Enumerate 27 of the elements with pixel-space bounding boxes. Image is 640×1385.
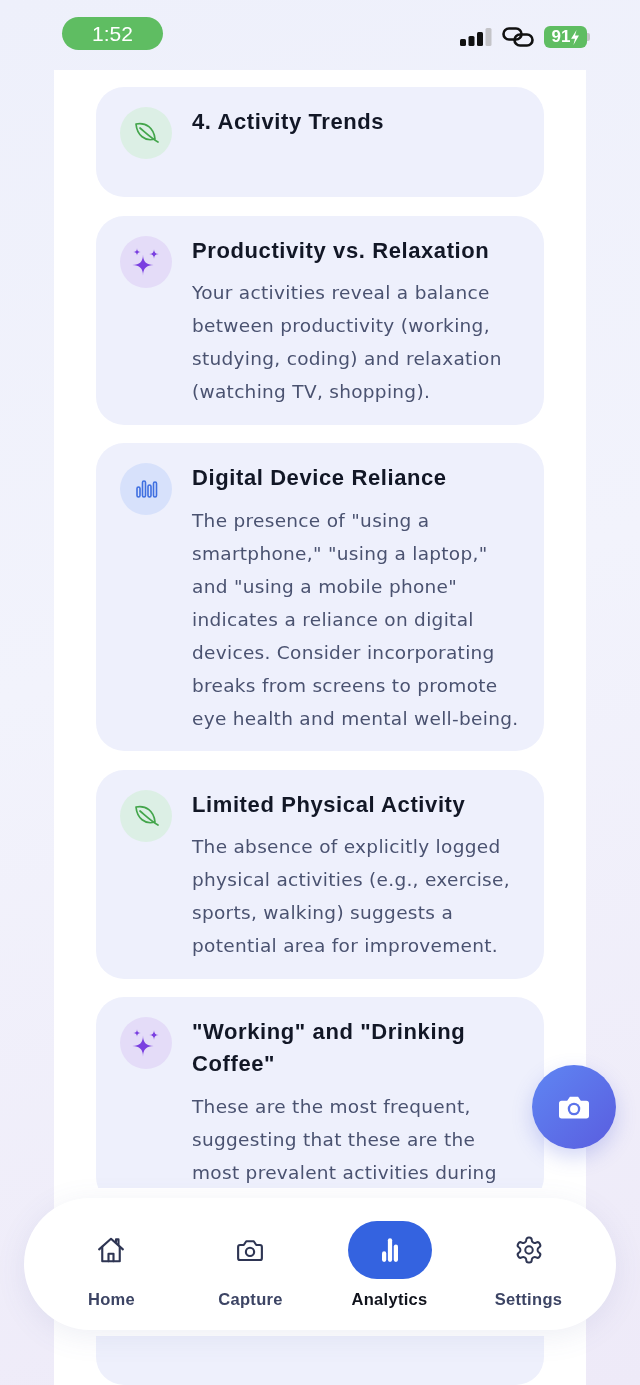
bar-chart-icon [347, 1221, 432, 1279]
battery-percent: 91 [551, 27, 571, 47]
sparkle-icon [120, 235, 172, 288]
nav-tab[interactable]: Capture [218, 1221, 283, 1309]
signal-icon [460, 28, 492, 46]
nav-tab[interactable]: Home [87, 1221, 135, 1309]
camera-icon [559, 1095, 589, 1119]
camera-button[interactable] [532, 1065, 616, 1149]
card-title: Limited Physical Activity [192, 790, 467, 819]
nav-tab[interactable]: Settings [494, 1221, 563, 1309]
card-text: The absence of explicitly logged physical activities (e.g., exercise, sports, walking) suggests a potential area for improvement. [192, 835, 511, 958]
house-icon [96, 1235, 127, 1265]
bar-chart-icon [120, 463, 172, 515]
link-icon [502, 27, 534, 47]
card-text: The presence of "using a smartphone," "using a laptop," and "using a mobile phone" indicates a reliance on digital devices. Consider incorporating breaks from screens to promote eye health and mental well-being. [192, 508, 520, 731]
card-text: Your activities reveal a balance between productivity (working, studying, coding) and relaxation (watching TV, shopping). [192, 281, 503, 404]
leaf-icon [120, 107, 172, 159]
card-title: Productivity vs. Relaxation [192, 236, 491, 265]
leaf-icon [120, 789, 172, 842]
bolt-icon [571, 29, 580, 45]
card-text: These are the most frequent, suggesting that these are the most prevalent activities during [192, 1094, 498, 1185]
card-title: 4. Activity Trends [192, 108, 386, 136]
card-title: Digital Device Reliance [192, 464, 448, 492]
nav-tab[interactable]: Analytics [347, 1221, 432, 1309]
sparkle-icon [120, 1017, 172, 1069]
card-title: "Working" and "Drinking Coffee" [192, 1018, 467, 1078]
status-time: 1:52 [62, 17, 163, 50]
